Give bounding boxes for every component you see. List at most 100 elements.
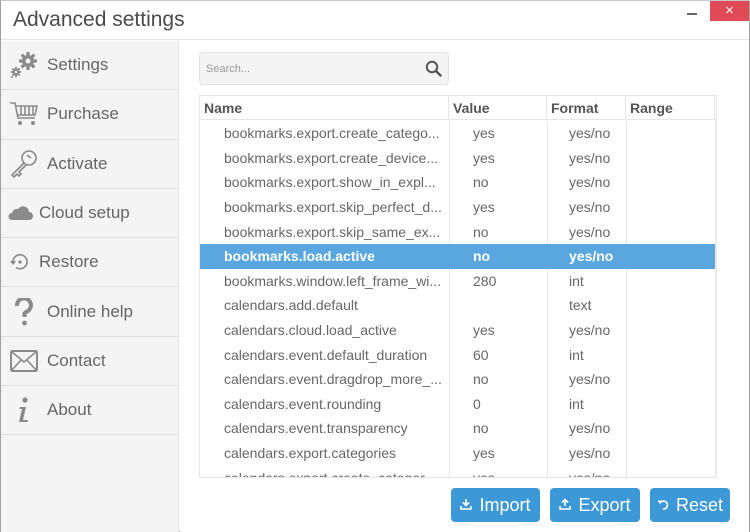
table-row[interactable]: calendars.event.dragdrop_more_... no yes/n… (200, 367, 716, 392)
table-row[interactable]: bookmarks.export.create_device... yes yes/… (200, 146, 716, 171)
advanced-settings-window: Advanced settings × Settings Purchase Ac… (0, 0, 750, 532)
scroll-down-icon[interactable]: ˅ (716, 462, 717, 476)
cell-format: yes/no (569, 223, 611, 240)
cell-value: yes (473, 149, 495, 166)
window-title: Advanced settings (13, 8, 185, 31)
sidebar-item-label: Purchase (47, 104, 119, 124)
envelope-icon (1, 345, 47, 377)
table-row[interactable]: bookmarks.export.show_in_expl... no yes/no (200, 170, 716, 195)
gears-icon (1, 49, 47, 81)
sidebar-item-activate[interactable]: Activate (1, 140, 178, 189)
cell-value: yes (473, 199, 495, 216)
sidebar-item-contact[interactable]: Contact (1, 337, 178, 387)
table-row[interactable]: calendars.event.transparency no yes/no (200, 416, 716, 441)
info-icon (1, 394, 47, 426)
import-button[interactable]: Import (451, 488, 540, 522)
column-header-value[interactable]: Value (449, 96, 547, 120)
sidebar-item-settings[interactable]: Settings (1, 41, 178, 91)
cell-value: 0 (473, 395, 481, 412)
scroll-up-icon[interactable]: ˄ (716, 124, 717, 138)
table-row[interactable]: bookmarks.load.active no yes/no (200, 243, 716, 269)
cloud-icon (1, 197, 39, 229)
cell-name: calendars.event.rounding (224, 395, 382, 412)
cell-format: yes/no (569, 149, 611, 166)
sidebar-item-label: Restore (39, 252, 99, 272)
cell-value: yes (473, 469, 495, 478)
restore-icon (1, 246, 39, 278)
close-button[interactable]: × (710, 1, 749, 21)
column-header-format[interactable]: Format (547, 96, 626, 120)
table-row[interactable]: bookmarks.export.skip_perfect_d... yes yes… (200, 195, 716, 220)
table-row[interactable]: calendars.add.default text (200, 293, 716, 318)
sidebar-item-restore[interactable]: Restore (1, 238, 178, 288)
table-header: Name Value Format Range (200, 96, 716, 120)
cell-value: 280 (473, 272, 497, 289)
settings-table: Name Value Format Range bookmarks.export… (199, 95, 717, 478)
cell-format: int (569, 346, 584, 363)
cell-value: 60 (473, 346, 489, 363)
cell-format: yes/no (569, 125, 611, 142)
close-icon: × (725, 2, 734, 19)
cell-value: yes (473, 125, 495, 142)
search-box (199, 52, 449, 85)
cell-name: calendars.export.categories (224, 445, 396, 462)
cell-name: calendars.export.create_categor... (224, 469, 436, 478)
cell-format: yes/no (569, 248, 614, 265)
table-row[interactable]: calendars.export.categories yes yes/no (200, 441, 716, 466)
sidebar-item-purchase[interactable]: Purchase (1, 90, 178, 140)
table-row[interactable]: calendars.event.rounding 0 int (200, 392, 716, 417)
cell-value: no (473, 174, 489, 191)
minimize-icon (687, 13, 697, 15)
sidebar-item-label: Settings (47, 55, 109, 75)
table-row[interactable]: calendars.cloud.load_active yes yes/no (200, 318, 716, 343)
column-header-range[interactable]: Range (626, 96, 715, 120)
cell-name: bookmarks.export.skip_perfect_d... (224, 199, 442, 216)
cell-name: calendars.add.default (224, 297, 358, 314)
table-row[interactable]: bookmarks.export.create_catego... yes yes/… (200, 121, 716, 146)
cell-name: bookmarks.window.left_frame_wi... (224, 272, 442, 289)
sidebar-item-label: Cloud setup (39, 203, 130, 223)
key-icon (1, 148, 47, 180)
cell-format: yes/no (569, 420, 611, 437)
cell-format: yes/no (569, 469, 611, 478)
cell-name: calendars.event.default_duration (224, 346, 428, 363)
table-row[interactable]: calendars.export.create_categor... yes yes… (200, 465, 716, 478)
search-input[interactable] (206, 53, 416, 84)
reset-label: Reset (675, 494, 724, 515)
cell-name: bookmarks.export.skip_same_ex... (224, 223, 441, 240)
cell-format: text (569, 297, 592, 314)
table-body: bookmarks.export.create_catego... yes yes/… (200, 121, 716, 478)
sidebar-item-label: Contact (47, 350, 106, 370)
search-icon[interactable] (425, 60, 442, 82)
sidebar-item-online-help[interactable]: Online help (1, 287, 178, 337)
cell-name: bookmarks.export.create_device... (224, 149, 438, 166)
export-icon (559, 497, 572, 513)
cell-name: bookmarks.export.show_in_expl... (224, 174, 436, 191)
export-button[interactable]: Export (550, 488, 640, 522)
table-row[interactable]: bookmarks.window.left_frame_wi... 280 int (200, 269, 716, 294)
cell-format: int (569, 395, 584, 412)
cell-value: no (473, 248, 491, 265)
table-row[interactable]: calendars.event.default_duration 60 int (200, 342, 716, 367)
cell-value: no (473, 371, 489, 388)
sidebar-item-about[interactable]: About (1, 386, 178, 436)
sidebar-item-label: Activate (47, 153, 108, 173)
reset-button[interactable]: Reset (650, 488, 730, 522)
cell-format: yes/no (569, 371, 611, 388)
sidebar-item-cloud-setup[interactable]: Cloud setup (1, 189, 178, 239)
cell-format: yes/no (569, 322, 611, 339)
import-icon (460, 498, 473, 513)
cell-value: no (473, 420, 489, 437)
question-icon (1, 296, 47, 328)
title-bar: Advanced settings × (1, 1, 749, 40)
table-row[interactable]: bookmarks.export.skip_same_ex... no yes/no (200, 219, 716, 244)
sidebar: Settings Purchase Activate Cloud setup R… (1, 41, 179, 532)
cell-value: no (473, 223, 489, 240)
sidebar-item-label: Online help (47, 301, 134, 321)
cart-icon (1, 98, 47, 130)
undo-icon (657, 498, 669, 513)
export-label: Export (578, 494, 631, 515)
minimize-button[interactable] (677, 1, 709, 23)
column-header-name[interactable]: Name (200, 96, 449, 120)
vertical-scrollbar[interactable]: ˄ ˅ (715, 120, 717, 477)
